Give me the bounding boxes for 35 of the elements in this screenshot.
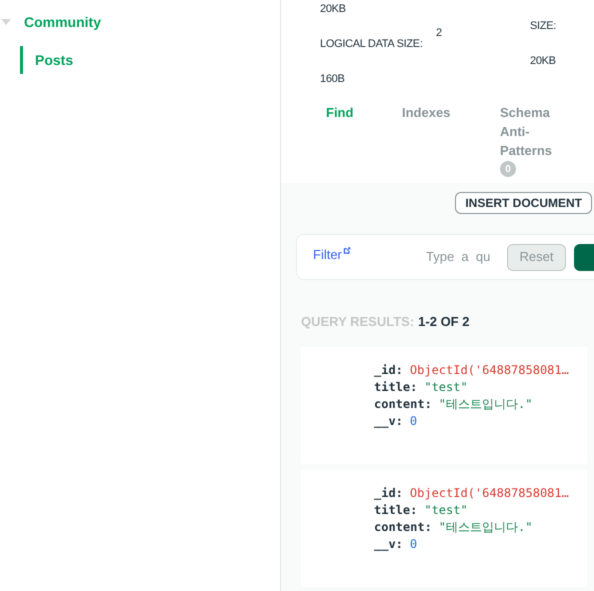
count-badge: 0	[500, 161, 516, 177]
insert-document-button[interactable]: INSERT DOCUMENT	[455, 192, 592, 214]
tab[interactable]: Find	[326, 103, 354, 122]
field-value: 0	[410, 536, 418, 553]
field-value: "test"	[424, 379, 468, 396]
field-key: content:	[374, 518, 432, 536]
field-key: title:	[374, 378, 418, 396]
stat-text: SIZE:	[530, 19, 556, 34]
filter-link[interactable]: Filter	[313, 245, 342, 265]
field-value: ObjectId('64887858081…	[410, 362, 569, 379]
field-key: _id:	[374, 484, 403, 502]
stat-text: 2	[436, 26, 442, 42]
field-key: title:	[374, 501, 418, 519]
tab[interactable]: Indexes	[402, 103, 450, 122]
field-key: __v:	[374, 535, 403, 553]
tab[interactable]: Schema Anti-Patterns	[500, 103, 560, 160]
field-key: content:	[374, 395, 432, 413]
stat-text: 20KB	[530, 54, 556, 70]
stat-text: 160B	[320, 72, 344, 88]
results-label: QUERY RESULTS:	[301, 313, 414, 331]
find-button[interactable]	[574, 244, 594, 270]
sidebar-group-label[interactable]: Community	[24, 12, 101, 32]
external-link-icon	[342, 246, 351, 254]
field-value: "테스트입니다."	[438, 519, 532, 536]
field-value: "테스트입니다."	[438, 396, 532, 413]
query-input[interactable]: Type a qu	[426, 247, 502, 267]
field-value: "test"	[424, 502, 468, 519]
stat-text: LOGICAL DATA SIZE:	[320, 37, 423, 52]
field-value: ObjectId('64887858081…	[410, 485, 569, 502]
stat-text: 20KB	[320, 2, 346, 18]
reset-button[interactable]: Reset	[507, 244, 566, 270]
field-value: 0	[410, 413, 418, 430]
field-key: __v:	[374, 412, 403, 430]
field-key: _id:	[374, 361, 403, 379]
results-count: 1-2 OF 2	[418, 313, 470, 331]
